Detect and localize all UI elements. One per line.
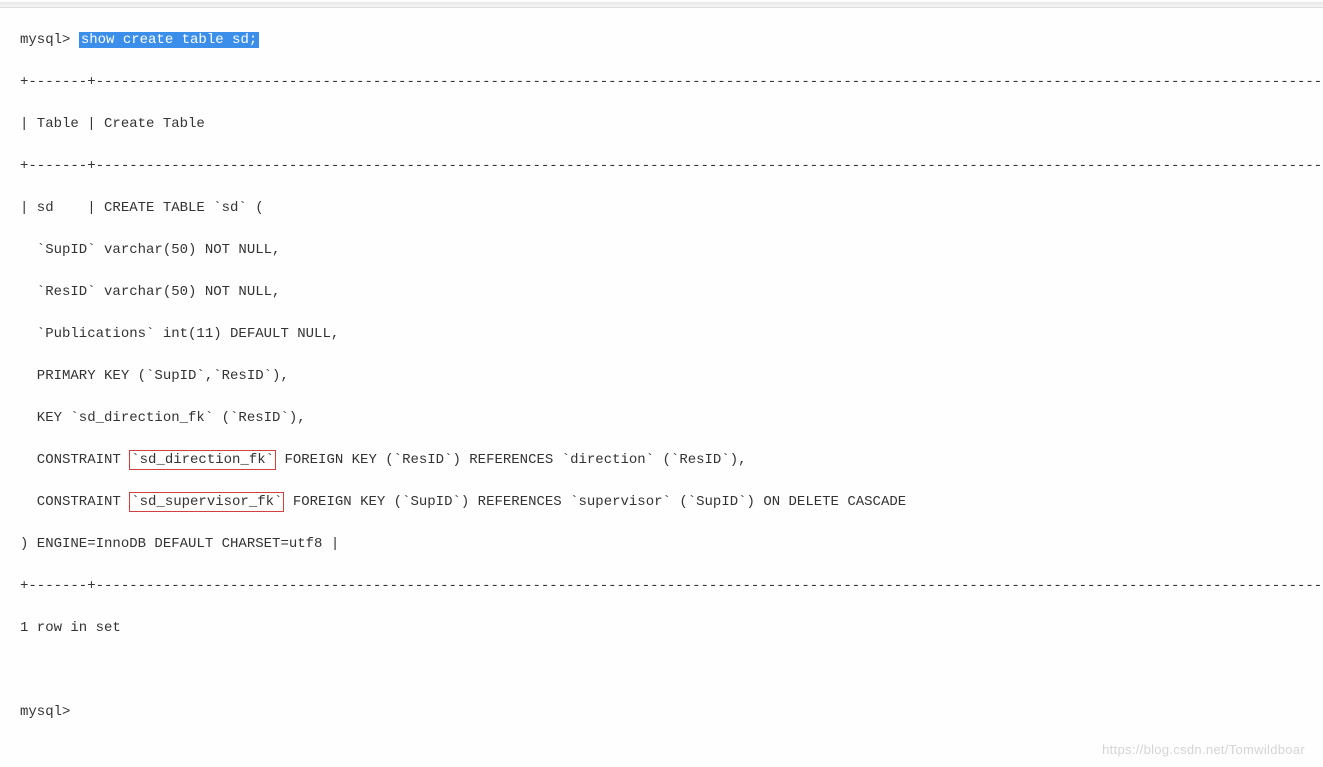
constraint-prefix-2: CONSTRAINT — [20, 494, 129, 510]
create-table-line-6: KEY `sd_direction_fk` (`ResID`), — [20, 408, 1323, 429]
create-table-line-1: | sd | CREATE TABLE `sd` ( — [20, 198, 1323, 219]
row-count: 1 row in set — [20, 618, 1323, 639]
watermark-text: https://blog.csdn.net/Tomwildboar — [1102, 740, 1305, 760]
prompt-line-2[interactable]: mysql> — [20, 702, 1323, 723]
create-table-line-9: ) ENGINE=InnoDB DEFAULT CHARSET=utf8 | — [20, 534, 1323, 555]
create-table-line-2: `SupID` varchar(50) NOT NULL, — [20, 240, 1323, 261]
create-table-line-7: CONSTRAINT `sd_direction_fk` FOREIGN KEY… — [20, 450, 1323, 471]
terminal-output[interactable]: mysql> show create table sd; +-------+--… — [0, 9, 1323, 765]
create-table-line-3: `ResID` varchar(50) NOT NULL, — [20, 282, 1323, 303]
toolbar-remnant — [0, 2, 1323, 8]
highlight-fk-direction: `sd_direction_fk` — [129, 450, 276, 470]
prompt-line-1: mysql> show create table sd; — [20, 30, 1323, 51]
create-table-line-4: `Publications` int(11) DEFAULT NULL, — [20, 324, 1323, 345]
constraint-suffix-2: FOREIGN KEY (`SupID`) REFERENCES `superv… — [284, 494, 906, 510]
highlight-fk-supervisor: `sd_supervisor_fk` — [129, 492, 284, 512]
separator-line-top: +-------+-------------------------------… — [20, 72, 1323, 93]
create-table-line-8: CONSTRAINT `sd_supervisor_fk` FOREIGN KE… — [20, 492, 1323, 513]
create-table-line-5: PRIMARY KEY (`SupID`,`ResID`), — [20, 366, 1323, 387]
separator-line-bottom: +-------+-------------------------------… — [20, 576, 1323, 597]
separator-line-mid: +-------+-------------------------------… — [20, 156, 1323, 177]
selected-command[interactable]: show create table sd; — [79, 32, 259, 48]
constraint-prefix-1: CONSTRAINT — [20, 452, 129, 468]
constraint-suffix-1: FOREIGN KEY (`ResID`) REFERENCES `direct… — [276, 452, 746, 468]
mysql-prompt: mysql> — [20, 32, 79, 48]
table-header: | Table | Create Table — [20, 114, 1323, 135]
blank-line — [20, 660, 1323, 681]
